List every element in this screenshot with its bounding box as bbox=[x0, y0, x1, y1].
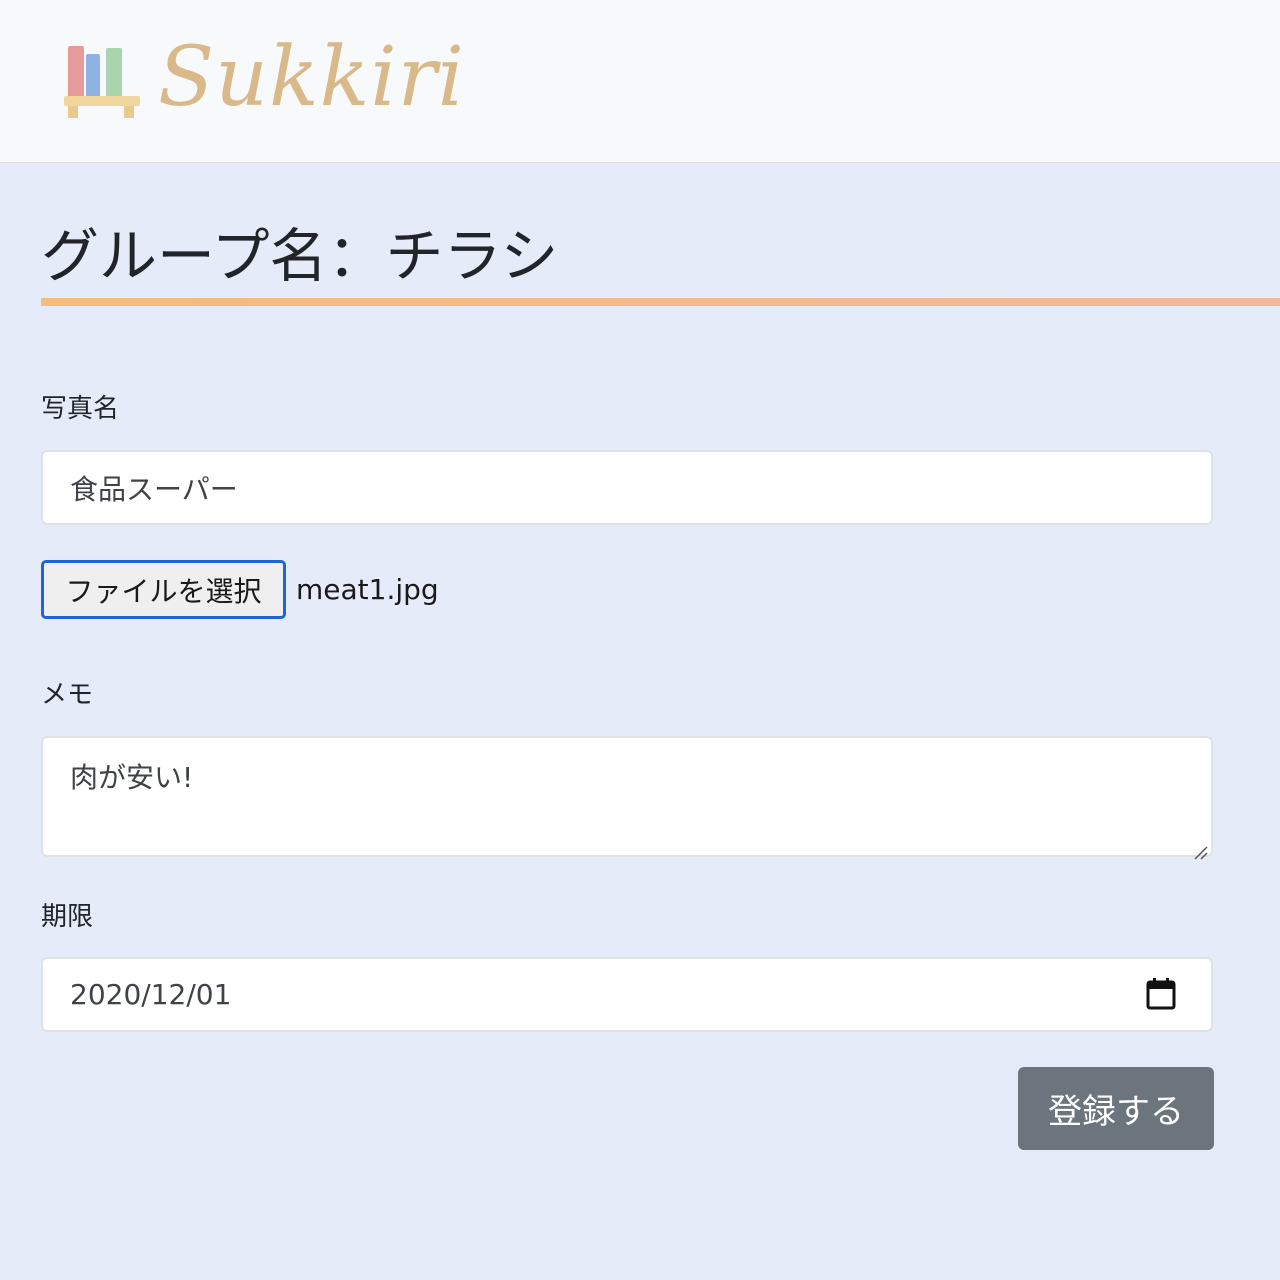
deadline-value: 2020/12/01 bbox=[70, 978, 232, 1011]
file-name: meat1.jpg bbox=[296, 573, 439, 606]
photo-name-input[interactable]: 食品スーパー bbox=[41, 450, 1213, 525]
page-title: グループ名：チラシ bbox=[41, 222, 559, 290]
brand-name: Sukkiri bbox=[158, 30, 466, 125]
file-input: ファイルを選択 meat1.jpg bbox=[41, 560, 439, 619]
memo-value: 肉が安い! bbox=[70, 761, 194, 794]
navbar: Sukkiri bbox=[0, 0, 1280, 163]
memo-label: メモ bbox=[41, 680, 94, 710]
photo-name-label: 写真名 bbox=[41, 394, 120, 424]
brand-link[interactable]: Sukkiri bbox=[62, 28, 465, 128]
title-underline bbox=[41, 298, 1280, 306]
bookshelf-icon bbox=[62, 30, 142, 126]
memo-textarea[interactable]: 肉が安い! bbox=[41, 736, 1213, 860]
photo-name-value: 食品スーパー bbox=[70, 472, 238, 506]
choose-file-button[interactable]: ファイルを選択 bbox=[41, 560, 286, 619]
deadline-date-input[interactable]: 2020/12/01 bbox=[41, 957, 1213, 1032]
resize-handle-icon[interactable] bbox=[1191, 835, 1209, 860]
deadline-label: 期限 bbox=[41, 902, 94, 932]
calendar-icon[interactable] bbox=[1145, 977, 1177, 1011]
main-content: グループ名：チラシ 写真名 食品スーパー ファイルを選択 meat1.jpg メ… bbox=[0, 163, 1280, 1280]
submit-button[interactable]: 登録する bbox=[1018, 1067, 1214, 1150]
